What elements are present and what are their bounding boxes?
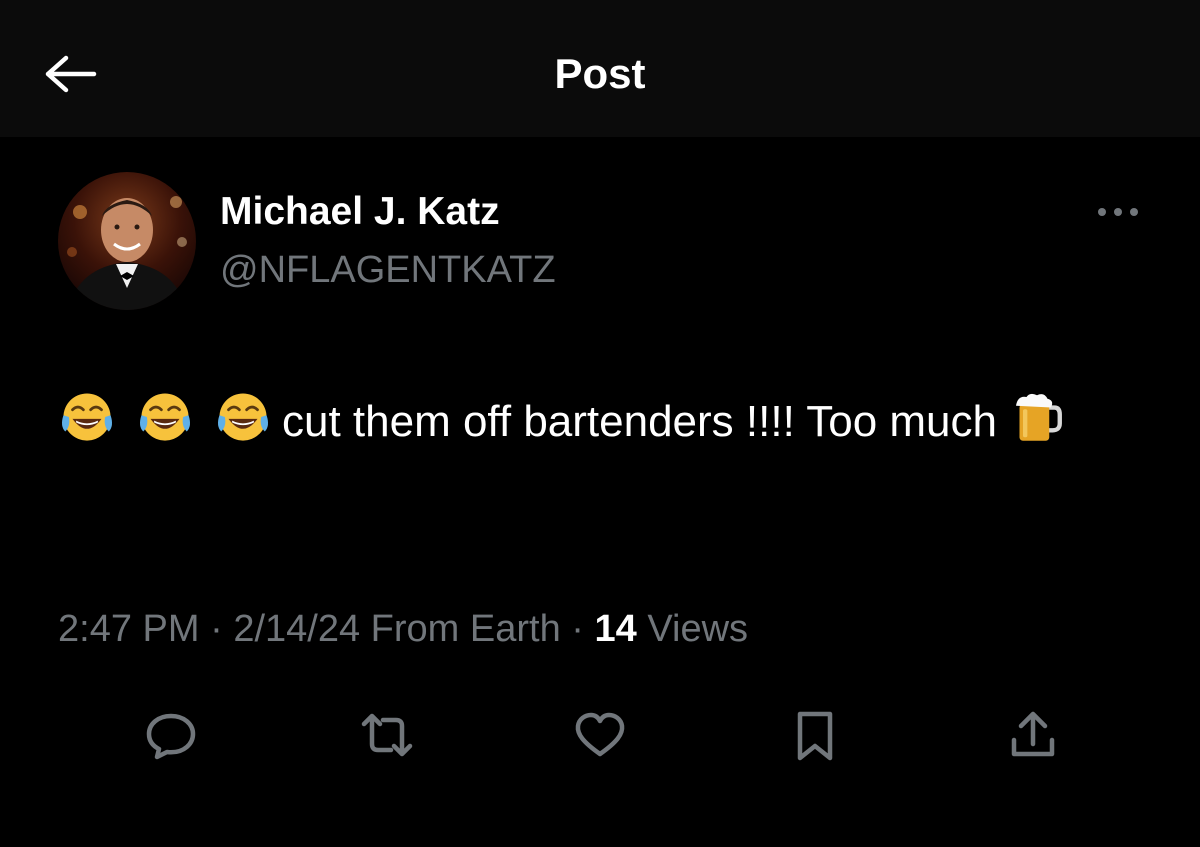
post-location: From Earth (360, 608, 561, 650)
views-label[interactable]: Views (637, 608, 748, 650)
post-date[interactable]: 2/14/24 (233, 608, 360, 650)
bookmark-button[interactable] (780, 700, 850, 770)
bookmark-icon (797, 711, 833, 761)
tears-of-joy-emoji (214, 386, 272, 458)
tears-of-joy-emoji (58, 386, 116, 458)
action-bar (0, 700, 1200, 770)
heart-icon (575, 712, 625, 757)
meta-separator: · (199, 608, 234, 650)
more-dots-icon (1098, 208, 1138, 216)
page-title: Post (554, 50, 646, 97)
tears-of-joy-emoji (136, 386, 194, 458)
post-meta: 2:47 PM · 2/14/24 From Earth · 14 Views (58, 604, 748, 654)
views-count[interactable]: 14 (595, 608, 637, 650)
beer-mug-emoji (1009, 386, 1065, 458)
repost-arrows-icon (361, 713, 413, 757)
meta-separator: · (560, 608, 595, 650)
reply-button[interactable] (136, 700, 206, 770)
post-text: cut them off bartenders !!!! Too much (58, 386, 1098, 458)
share-upload-icon (1011, 711, 1055, 757)
author-display-name[interactable]: Michael J. Katz (220, 188, 500, 236)
speech-bubble-icon (146, 713, 196, 760)
post-body-text: cut them off bartenders !!!! Too much (282, 397, 997, 446)
more-options-button[interactable] (1090, 196, 1146, 228)
top-bar: Post (0, 0, 1200, 137)
profile-photo-image (58, 172, 196, 310)
post-time[interactable]: 2:47 PM (58, 608, 200, 650)
share-button[interactable] (998, 700, 1068, 770)
repost-button[interactable] (352, 700, 422, 770)
avatar[interactable] (58, 172, 196, 310)
like-button[interactable] (565, 700, 635, 770)
author-handle[interactable]: @NFLAGENTKATZ (220, 246, 556, 294)
